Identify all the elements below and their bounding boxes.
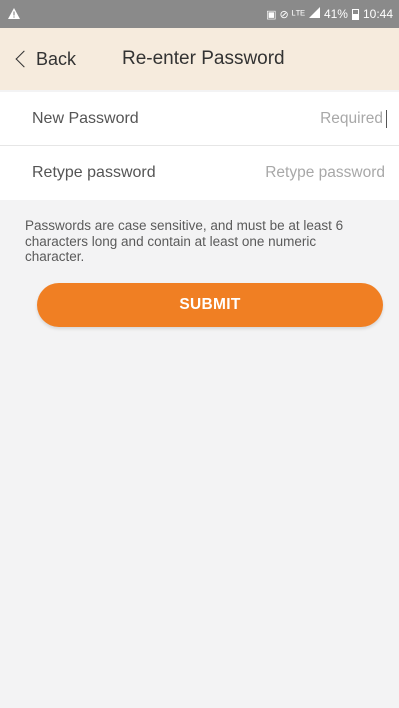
chevron-left-icon xyxy=(15,50,33,68)
text-cursor xyxy=(386,109,387,128)
password-form: New Password Retype password xyxy=(0,92,399,200)
nav-bar: Back Re-enter Password xyxy=(0,28,399,90)
back-button[interactable]: Back xyxy=(15,48,77,70)
new-password-row: New Password xyxy=(0,92,399,146)
battery-icon xyxy=(351,8,359,20)
submit-button[interactable]: SUBMIT xyxy=(37,282,383,327)
new-password-input-wrap xyxy=(211,108,387,129)
notification-icons: ▣ ⊘ ᴸᵀᴱ xyxy=(266,8,305,21)
password-requirements-hint: Passwords are case sensitive, and must b… xyxy=(25,218,344,264)
retype-password-label: Retype password xyxy=(32,164,156,181)
page-title: Re-enter Password xyxy=(122,48,285,69)
status-bar: ▣ ⊘ ᴸᵀᴱ 41% 10:44 xyxy=(0,0,399,28)
retype-password-input[interactable] xyxy=(213,163,387,183)
retype-password-row: Retype password xyxy=(0,146,399,200)
status-time: 10:44 xyxy=(362,7,393,21)
warning-triangle-icon xyxy=(8,7,20,22)
signal-icon xyxy=(308,7,320,21)
new-password-label: New Password xyxy=(32,109,139,127)
back-label: Back xyxy=(36,48,77,69)
battery-percent: 41% xyxy=(323,7,348,21)
new-password-input[interactable] xyxy=(211,108,385,129)
